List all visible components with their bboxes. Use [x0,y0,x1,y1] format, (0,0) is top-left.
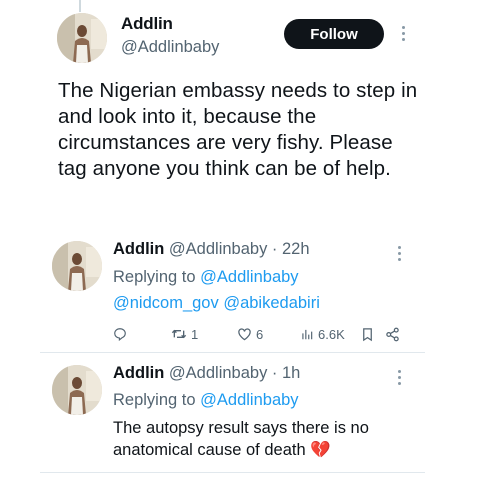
reply-header: Addlin @Addlinbaby · 22h [113,240,310,259]
mention-link-2[interactable]: @abikedabiri [223,294,320,312]
replying-to-label: Replying to [113,268,196,286]
reply-text: The autopsy result says there is no anat… [113,417,403,461]
tweet-actions-bar: 1 6 6.6K [113,324,413,344]
display-name[interactable]: Addlin [113,364,164,382]
display-name[interactable]: Addlin [121,14,173,34]
follow-button[interactable]: Follow [284,19,384,49]
views-count: 6.6K [318,326,345,342]
reply-icon [114,328,126,341]
handle-and-time[interactable]: @Addlinbaby · 1h [169,364,300,382]
mentions-line: @nidcom_gov @abikedabiri [113,294,320,313]
retweet-count: 1 [191,326,199,342]
handle-and-time[interactable]: @Addlinbaby · 22h [169,240,310,258]
views-icon [302,329,313,340]
share-icon [386,327,399,341]
broken-heart-icon: 💔 [310,441,331,459]
avatar-photo [52,365,102,415]
retweet-action[interactable]: 1 [171,324,198,344]
retweet-icon [171,329,187,339]
bookmark-action[interactable] [361,324,374,344]
more-icon[interactable] [396,370,402,385]
more-icon[interactable] [400,26,406,41]
like-count: 6 [256,326,264,342]
tweet-text: The Nigerian embassy needs to step in an… [58,79,418,180]
avatar-photo [52,241,102,291]
display-name[interactable]: Addlin [113,240,164,258]
like-icon [238,328,251,341]
avatar[interactable] [52,365,102,415]
reply-action[interactable] [113,324,131,344]
reply-header: Addlin @Addlinbaby · 1h [113,364,300,383]
user-handle[interactable]: @Addlinbaby [121,38,219,57]
replying-to-link[interactable]: @Addlinbaby [200,391,298,409]
avatar[interactable] [57,13,107,63]
replying-to-link[interactable]: @Addlinbaby [200,268,298,286]
avatar[interactable] [52,241,102,291]
mention-link-1[interactable]: @nidcom_gov [113,294,219,312]
replying-to-line: Replying to @Addlinbaby [113,268,299,287]
share-action[interactable] [385,324,400,344]
bookmark-icon [363,327,372,341]
divider [40,472,425,473]
replying-to-line: Replying to @Addlinbaby [113,391,299,410]
more-icon[interactable] [396,246,402,261]
avatar-photo [57,13,107,63]
views-action[interactable]: 6.6K [300,324,345,344]
divider [40,352,425,353]
like-action[interactable]: 6 [237,324,263,344]
replying-to-label: Replying to [113,391,196,409]
main-tweet: Addlin @Addlinbaby Follow The Nigerian e… [0,0,499,230]
